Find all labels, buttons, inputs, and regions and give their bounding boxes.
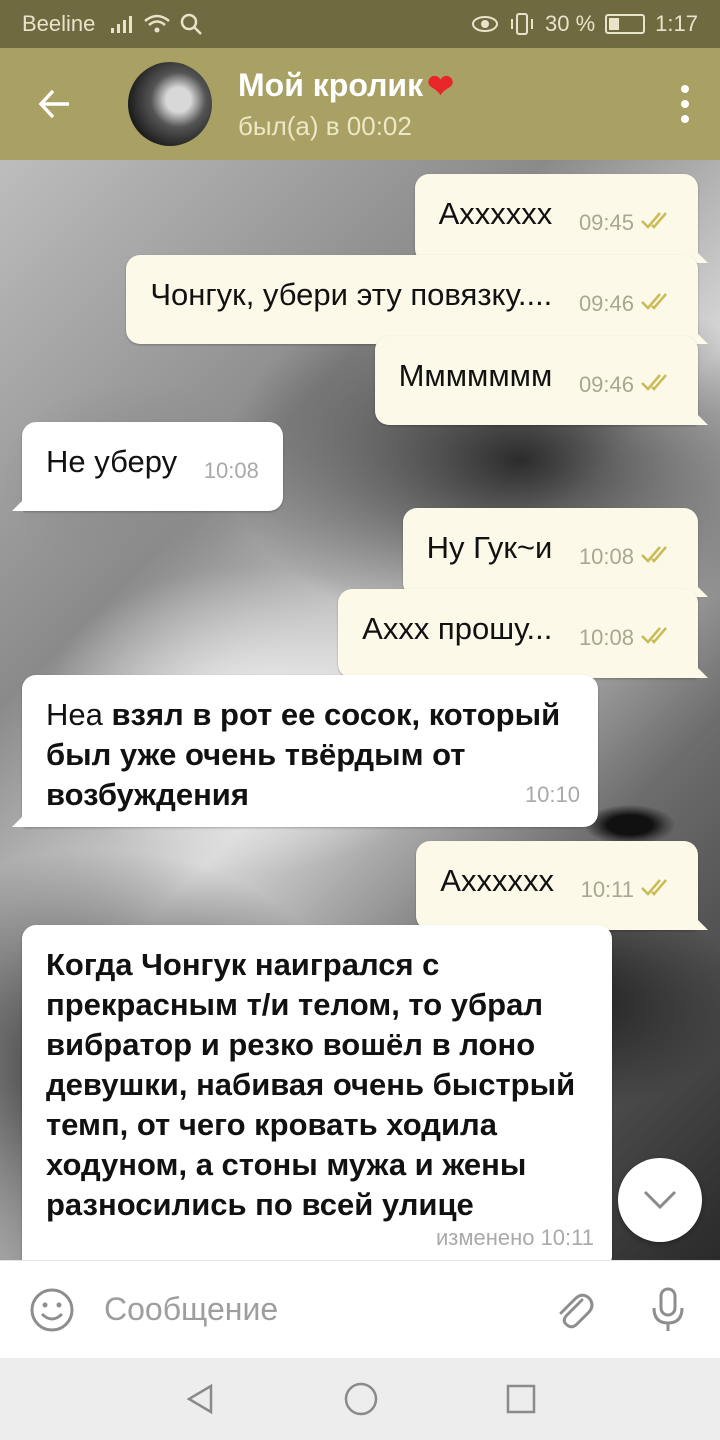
chat-title-block[interactable]: Мой кролик ❤ был(а) в 00:02 xyxy=(238,67,454,142)
message-time: 09:45 xyxy=(578,210,634,235)
eye-comfort-icon xyxy=(472,16,499,32)
message-bubble-outgoing[interactable]: Ну Гук~и 10:08 xyxy=(402,508,708,597)
message-bubble-incoming[interactable]: Не уберу 10:08 xyxy=(12,422,283,511)
chat-header: Мой кролик ❤ был(а) в 00:02 xyxy=(0,48,720,160)
chevron-down-icon xyxy=(643,1190,677,1210)
message-bubble-outgoing[interactable]: Axxxxxx 10:11 xyxy=(416,841,708,930)
message-time: 10:11 xyxy=(580,877,634,902)
message-text: Ммммммм xyxy=(398,358,553,393)
more-vertical-icon[interactable] xyxy=(650,85,720,123)
message-text: Axxxxxx xyxy=(440,863,554,898)
message-edited-time: изменено 10:11 xyxy=(435,1225,594,1250)
message-time: 09:46 xyxy=(578,291,634,316)
message-text-bold: взял в рот ее сосок, который был уже оче… xyxy=(46,697,561,812)
vibrate-icon xyxy=(511,13,534,35)
smile-icon xyxy=(30,1288,74,1331)
read-checkmarks-icon xyxy=(640,203,674,243)
wifi-icon xyxy=(144,14,171,33)
message-composer: Сообщение xyxy=(0,1260,720,1358)
message-time: 09:46 xyxy=(578,372,634,397)
scroll-down-button[interactable] xyxy=(618,1158,702,1242)
microphone-icon xyxy=(652,1287,684,1331)
message-time: 10:08 xyxy=(578,544,634,569)
message-text-bold: Когда Чонгук наигрался с прекрасным т/и … xyxy=(46,947,576,1222)
paperclip-icon xyxy=(559,1293,594,1328)
status-bar: Beeline 30 % 1:17 xyxy=(0,0,720,48)
message-text: Аxxx прошу... xyxy=(362,611,553,646)
message-text: Неа xyxy=(46,697,112,732)
read-checkmarks-icon xyxy=(640,537,674,577)
battery-percent: 30 % xyxy=(545,11,596,36)
search-icon xyxy=(181,13,203,35)
read-checkmarks-icon xyxy=(640,618,674,658)
back-button[interactable] xyxy=(0,48,110,160)
message-bubble-outgoing[interactable]: Axxxxxx 09:45 xyxy=(414,174,708,263)
microphone-button[interactable] xyxy=(616,1286,720,1334)
carrier-name: Beeline xyxy=(22,11,96,36)
message-bubble-outgoing[interactable]: Чонгук, убери эту повязку.... 09:46 xyxy=(126,255,708,344)
arrow-left-icon xyxy=(38,89,69,119)
signal-icon xyxy=(111,16,133,33)
message-text: Чонгук, убери эту повязку.... xyxy=(150,277,553,312)
clock: 1:17 xyxy=(655,11,698,36)
status-right: 30 % 1:17 xyxy=(471,11,698,37)
message-time: 10:10 xyxy=(524,782,580,807)
emoji-button[interactable] xyxy=(0,1287,104,1333)
battery-icon xyxy=(605,14,646,34)
read-checkmarks-icon xyxy=(640,365,674,405)
heart-icon: ❤ xyxy=(427,67,454,104)
home-circle-icon[interactable] xyxy=(343,1381,379,1417)
message-bubble-incoming[interactable]: Неа взял в рот ее сосок, который был уже… xyxy=(12,675,598,827)
message-text: Не уберу xyxy=(46,444,178,479)
message-bubble-outgoing[interactable]: Аxxx прошу... 10:08 xyxy=(338,589,708,678)
attach-button[interactable] xyxy=(532,1288,616,1332)
message-list[interactable]: Axxxxxx 09:45 Чонгук, убери эту повязку.… xyxy=(0,160,720,1260)
message-time: 10:08 xyxy=(203,458,259,483)
read-checkmarks-icon xyxy=(640,284,674,324)
read-checkmarks-icon xyxy=(640,870,674,910)
message-input[interactable]: Сообщение xyxy=(104,1291,532,1328)
chat-name: Мой кролик ❤ xyxy=(238,67,454,105)
message-text: Ну Гук~и xyxy=(426,530,553,565)
message-bubble-outgoing[interactable]: Ммммммм 09:46 xyxy=(374,336,708,425)
last-seen-status: был(а) в 00:02 xyxy=(238,110,412,141)
chat-name-text: Мой кролик xyxy=(238,67,424,103)
system-navigation-bar xyxy=(0,1358,720,1440)
message-bubble-incoming[interactable]: Когда Чонгук наигрался с прекрасным т/и … xyxy=(22,925,612,1260)
avatar[interactable] xyxy=(128,62,212,146)
back-triangle-icon[interactable] xyxy=(183,1382,217,1416)
status-icons xyxy=(109,12,203,36)
message-text: Axxxxxx xyxy=(438,196,553,231)
message-time: 10:08 xyxy=(578,625,634,650)
recents-square-icon[interactable] xyxy=(505,1383,537,1415)
